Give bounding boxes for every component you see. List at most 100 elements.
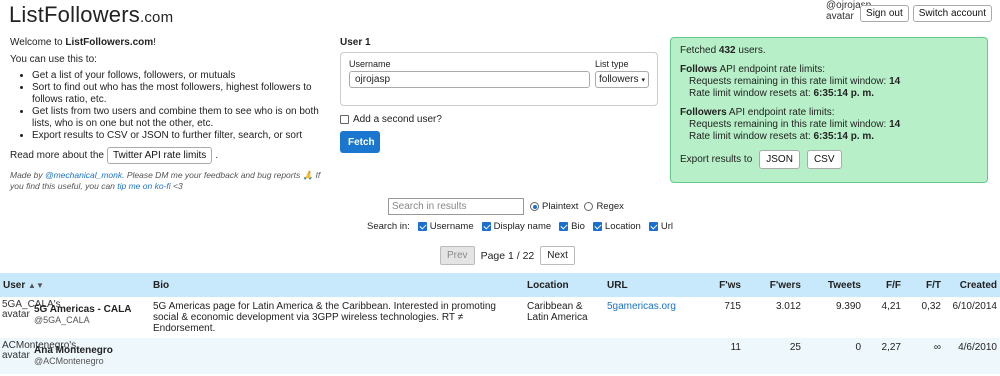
account-avatar-text: avatar xyxy=(826,11,854,22)
results-table: User ▲▼ Bio Location URL F'ws F'wers Twe… xyxy=(0,273,1000,374)
export-row: Export results to JSON CSV xyxy=(680,150,978,169)
col-user[interactable]: User ▲▼ xyxy=(0,273,150,297)
col-followers[interactable]: F'wers xyxy=(744,273,804,297)
field-label: Url xyxy=(660,221,673,232)
username-input[interactable]: ojrojasp xyxy=(349,71,590,88)
followers-cell: 3.012 xyxy=(775,301,801,312)
col-created[interactable]: Created xyxy=(944,273,1000,297)
site-logo[interactable]: ListFollowers.com xyxy=(9,2,173,28)
location-cell xyxy=(524,338,604,374)
search-input[interactable]: Search in results xyxy=(388,198,524,215)
switch-account-button[interactable]: Switch account xyxy=(912,5,992,22)
user1-form: Username ojrojasp List type followers ▾ xyxy=(340,52,658,106)
welcome-site: ListFollowers.com xyxy=(65,37,154,48)
list-type-select[interactable]: followers ▾ xyxy=(595,71,649,88)
export-csv-button[interactable]: CSV xyxy=(806,150,842,169)
user-handle[interactable]: @5GA_CALA xyxy=(34,315,147,326)
feature-item: Export results to CSV or JSON to further… xyxy=(32,130,330,142)
plaintext-radio[interactable] xyxy=(530,202,539,211)
feature-item: Sort to find out who has the most follow… xyxy=(32,82,330,106)
add-second-checkbox[interactable] xyxy=(340,115,349,124)
field-checkbox[interactable] xyxy=(417,222,427,231)
credit-end: <3 xyxy=(170,181,183,191)
fetch-button[interactable]: Fetch xyxy=(340,131,380,153)
table-row: ACMontenegro's avatar Ana Montenegro @AC… xyxy=(0,338,1000,374)
col-url[interactable]: URL xyxy=(604,273,684,297)
username-label: Username xyxy=(349,59,391,69)
search-in-label: Search in: xyxy=(367,221,410,232)
read-more: Read more about the Twitter API rate lim… xyxy=(10,147,330,164)
field-label: Bio xyxy=(571,221,585,232)
tweets-cell: 9.390 xyxy=(835,301,861,312)
brand-name: ListFollowers xyxy=(9,2,140,27)
field-checkbox[interactable] xyxy=(592,222,602,231)
read-more-period: . xyxy=(215,149,219,161)
welcome-suffix: ! xyxy=(153,37,156,48)
field-display-name[interactable]: Display name xyxy=(481,221,552,232)
col-location[interactable]: Location xyxy=(524,273,604,297)
regex-radio[interactable] xyxy=(584,202,594,211)
location-cell: Caribbean & Latin America xyxy=(527,301,588,323)
account-handle: @ojrojasp xyxy=(826,0,872,11)
next-page-button[interactable]: Next xyxy=(540,246,575,265)
user-cell: ACMontenegro's avatar Ana Montenegro @AC… xyxy=(0,338,150,374)
brand-tld: .com xyxy=(139,9,174,26)
regex-label: Regex xyxy=(596,201,624,212)
col-ff[interactable]: F/F xyxy=(864,273,904,297)
fetched-suffix: users. xyxy=(735,45,766,56)
field-url[interactable]: Url xyxy=(648,221,673,232)
list-type-value: followers xyxy=(599,74,639,85)
welcome-prefix: Welcome to xyxy=(10,37,66,48)
fetched-prefix: Fetched xyxy=(680,45,719,56)
rate-limits-button[interactable]: Twitter API rate limits xyxy=(106,147,213,164)
follows-cell: 715 xyxy=(724,301,741,312)
export-json-button[interactable]: JSON xyxy=(759,150,800,169)
list-type-label: List type xyxy=(595,59,629,69)
ff-cell: 2,27 xyxy=(864,338,904,374)
field-checkbox[interactable] xyxy=(648,222,658,231)
follows-resets-label: Rate limit window resets at: xyxy=(689,88,814,99)
field-location[interactable]: Location xyxy=(592,221,641,232)
credit-text: Made by @mechanical_monk. Please DM me y… xyxy=(10,170,330,192)
followers-cell: 25 xyxy=(744,338,804,374)
table-header-row: User ▲▼ Bio Location URL F'ws F'wers Twe… xyxy=(0,273,1000,297)
followers-resets-label: Rate limit window resets at: xyxy=(689,131,814,142)
followers-reset: 6:35:14 p. m. xyxy=(813,131,875,142)
col-ft[interactable]: F/T xyxy=(904,273,944,297)
field-username[interactable]: Username xyxy=(417,221,474,232)
follows-limits: Follows API endpoint rate limits: Reques… xyxy=(680,64,978,100)
add-second-label: Add a second user? xyxy=(353,114,442,125)
field-checkbox[interactable] xyxy=(481,222,491,231)
bio-cell xyxy=(150,338,524,374)
field-bio[interactable]: Bio xyxy=(559,221,585,232)
user-url-link[interactable]: 5gamericas.org xyxy=(607,301,676,312)
add-second-user[interactable]: Add a second user? xyxy=(340,114,660,125)
bio-cell: 5G Americas page for Latin America & the… xyxy=(153,301,496,334)
author-link[interactable]: @mechanical_monk xyxy=(45,170,122,180)
col-tweets[interactable]: Tweets xyxy=(804,273,864,297)
regex-option[interactable]: Regex xyxy=(584,201,624,212)
tweets-cell: 0 xyxy=(804,338,864,374)
user1-title: User 1 xyxy=(340,37,371,48)
followers-remaining-label: Requests remaining in this rate limit wi… xyxy=(689,119,890,130)
feature-item: Get a list of your follows, followers, o… xyxy=(32,70,330,82)
followers-limits: Followers API endpoint rate limits: Requ… xyxy=(680,107,978,143)
sign-out-button[interactable]: Sign out xyxy=(860,5,909,22)
field-checkbox[interactable] xyxy=(559,222,569,231)
user-handle[interactable]: @ACMontenegro xyxy=(34,356,147,367)
plaintext-option[interactable]: Plaintext xyxy=(530,201,578,212)
search-in-fields: Search in: Username Display name Bio Loc… xyxy=(367,221,673,232)
prev-page-button[interactable]: Prev xyxy=(440,246,475,265)
follows-limits-label: API endpoint rate limits: xyxy=(717,64,826,75)
fetched-summary: Fetched 432 users. xyxy=(680,45,978,57)
account-avatar: @ojrojasp avatar xyxy=(826,0,872,22)
col-bio[interactable]: Bio xyxy=(150,273,524,297)
field-label: Location xyxy=(604,221,641,232)
col-user-label: User xyxy=(3,279,26,291)
followers-limits-label: API endpoint rate limits: xyxy=(726,107,835,118)
field-label: Display name xyxy=(493,221,552,232)
col-follows[interactable]: F'ws xyxy=(684,273,744,297)
kofi-link[interactable]: tip me on ko-fi xyxy=(117,181,170,191)
follows-remaining: 14 xyxy=(889,76,901,87)
url-cell: 5gamericas.org xyxy=(604,297,684,338)
